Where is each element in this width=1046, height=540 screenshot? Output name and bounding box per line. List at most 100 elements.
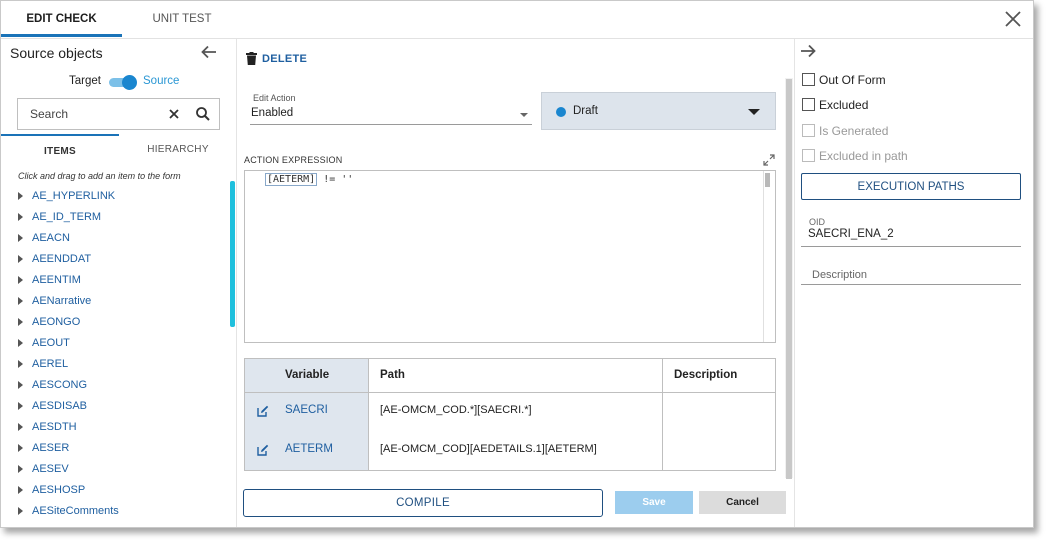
arrow-right-icon[interactable] [800,44,816,58]
editor-divider [763,171,764,342]
edit-icon[interactable] [257,405,269,417]
tab-bar: EDIT CHECK UNIT TEST [1,1,1033,39]
edit-check-dialog: EDIT CHECK UNIT TEST Source objects Targ… [0,0,1034,528]
target-source-toggle[interactable] [109,75,137,90]
checkbox-box[interactable] [802,98,815,111]
list-item[interactable]: AESER [18,439,218,460]
panel-scrollbar-thumb[interactable] [786,79,792,479]
excluded-in-path-checkbox: Excluded in path [802,148,1002,164]
caret-right-icon[interactable] [18,192,23,200]
variable-name[interactable]: SAECRI [285,404,328,416]
list-item[interactable]: AESDISAB [18,397,218,418]
expression-token: [AETERM] [265,173,318,186]
chevron-down-icon [520,113,528,117]
list-item[interactable]: AESDTH [18,418,218,439]
caret-right-icon[interactable] [18,423,23,431]
caret-right-icon[interactable] [18,213,23,221]
save-button[interactable]: Save [615,491,693,514]
tab-edit-check[interactable]: EDIT CHECK [1,1,122,37]
caret-right-icon[interactable] [18,465,23,473]
list-item[interactable]: AEENTIM [18,271,218,292]
list-item[interactable]: AENarrative [18,292,218,313]
checkbox-label: Out Of Form [819,73,886,87]
caret-right-icon[interactable] [18,381,23,389]
checkbox-label: Is Generated [819,124,889,138]
list-item[interactable]: AEENDDAT [18,250,218,271]
description-label: Description [812,269,868,281]
edit-action-label: Edit Action [253,93,296,103]
properties-panel: Out Of Form Excluded Is Generated Exclud… [794,39,1033,527]
cancel-button[interactable]: Cancel [699,491,786,514]
caret-right-icon[interactable] [18,255,23,263]
editor-scrollbar[interactable] [765,173,770,187]
variables-table: Variable Path Description SAECRI [AE-OMC… [244,358,776,471]
list-item[interactable]: AEOUT [18,334,218,355]
list-item[interactable]: AEONGO [18,313,218,334]
checkbox-box [802,149,815,162]
out-of-form-checkbox[interactable]: Out Of Form [802,72,1002,88]
search-input[interactable] [30,105,170,123]
caret-right-icon[interactable] [18,360,23,368]
expression-code[interactable]: [AETERM] != '' [265,173,354,186]
caret-right-icon[interactable] [18,339,23,347]
caret-right-icon[interactable] [18,276,23,284]
tab-hierarchy[interactable]: HIERARCHY [119,134,237,164]
caret-right-icon[interactable] [18,402,23,410]
trash-icon [246,52,257,65]
status-select[interactable]: Draft [541,92,776,130]
table-row: AETERM [AE-OMCM_COD][AEDETAILS.1][AETERM… [245,436,775,466]
caret-down-icon [748,109,760,115]
caret-right-icon[interactable] [18,234,23,242]
caret-right-icon[interactable] [18,297,23,305]
checkbox-label: Excluded in path [819,149,908,163]
variable-path: [AE-OMCM_COD.*][SAECRI.*] [380,404,532,416]
toggle-target-label: Target [69,75,101,87]
toggle-source-label: Source [143,75,180,87]
variable-path: [AE-OMCM_COD][AEDETAILS.1][AETERM] [380,443,597,455]
list-item[interactable]: AESiteComments [18,502,218,523]
list-item[interactable]: AESHOSP [18,481,218,502]
caret-right-icon[interactable] [18,507,23,515]
list-item[interactable]: AEACN [18,229,218,250]
target-source-toggle-row: Target Source [1,74,237,92]
edit-action-select[interactable]: Edit Action Enabled [250,93,532,125]
tab-unit-test[interactable]: UNIT TEST [122,1,242,37]
table-row: SAECRI [AE-OMCM_COD.*][SAECRI.*] [245,397,775,427]
variable-name[interactable]: AETERM [285,443,333,455]
search-icon[interactable] [195,106,211,122]
caret-right-icon[interactable] [18,486,23,494]
list-item[interactable]: AESEV [18,460,218,481]
description-field[interactable]: Description [801,261,1021,285]
action-expression-label: ACTION EXPRESSION [244,155,343,165]
panel-title: Source objects [10,45,103,61]
is-generated-checkbox: Is Generated [802,123,1002,139]
expression-rest: != '' [317,174,354,185]
caret-right-icon[interactable] [18,444,23,452]
column-header-description: Description [663,359,775,393]
checkbox-box[interactable] [802,73,815,86]
list-item[interactable]: AEREL [18,355,218,376]
edit-action-value: Enabled [251,107,294,119]
close-icon[interactable] [1003,9,1023,29]
arrow-left-icon[interactable] [201,45,217,59]
oid-field[interactable]: OID SAECRI_ENA_2 [801,215,1021,247]
action-editor-panel: DELETE Edit Action Enabled Draft ACTION … [238,39,794,527]
tab-items[interactable]: ITEMS [1,134,119,164]
edit-icon[interactable] [257,444,269,456]
expression-editor[interactable]: [AETERM] != '' [244,170,776,343]
items-hierarchy-tabs: ITEMS HIERARCHY [1,134,237,164]
status-dot-icon [556,107,566,117]
list-item[interactable]: AE_ID_TERM [18,208,218,229]
excluded-checkbox[interactable]: Excluded [802,97,1002,113]
column-header-path: Path [369,359,663,393]
item-list-scrollbar[interactable] [230,181,235,327]
expand-icon[interactable] [763,154,775,166]
column-header-variable: Variable [245,359,369,393]
compile-button[interactable]: COMPILE [243,489,603,517]
oid-label: OID [809,217,826,227]
clear-icon[interactable] [168,108,180,120]
list-item[interactable]: AE_HYPERLINK [18,187,218,208]
list-item[interactable]: AESCONG [18,376,218,397]
caret-right-icon[interactable] [18,318,23,326]
execution-paths-button[interactable]: EXECUTION PATHS [801,173,1021,200]
